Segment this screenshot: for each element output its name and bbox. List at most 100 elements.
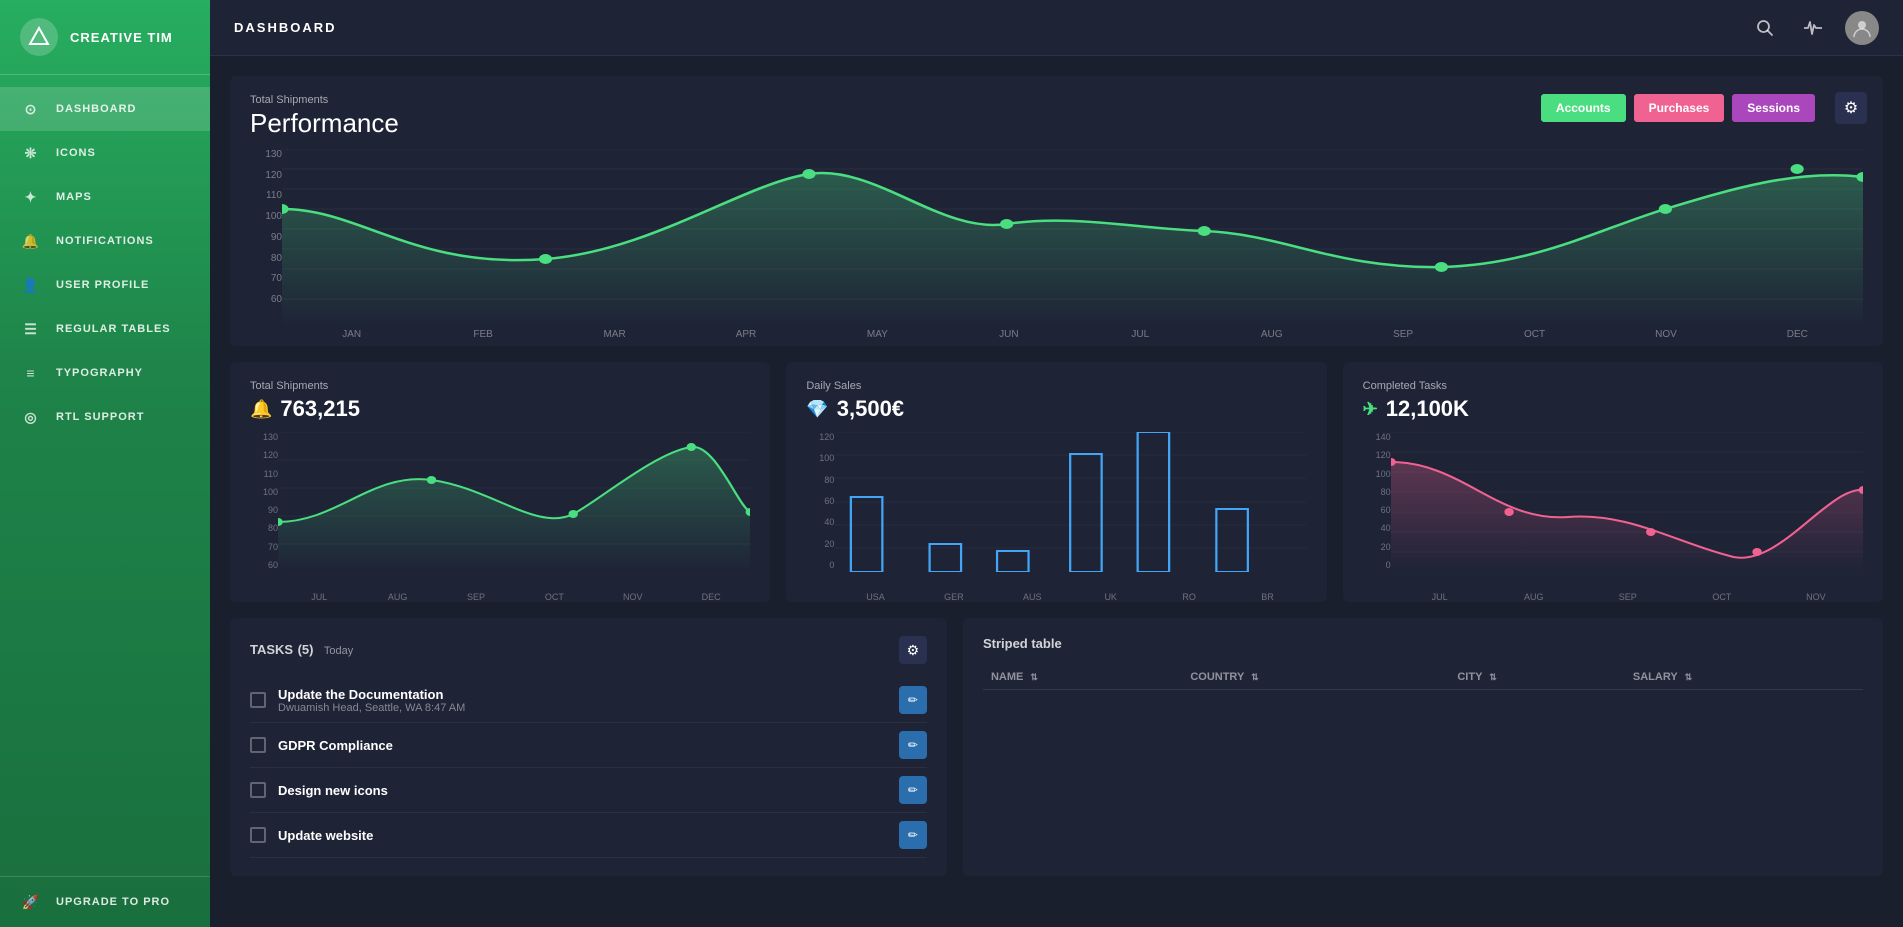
chart-area xyxy=(282,149,1863,329)
task-checkbox-3[interactable] xyxy=(250,782,266,798)
x-label-mar: MAR xyxy=(549,329,680,340)
sidebar-item-maps[interactable]: ✦ MAPS xyxy=(0,175,210,219)
task-content-3: Design new icons xyxy=(278,783,388,798)
task-item-2: GDPR Compliance ✏ xyxy=(250,723,927,768)
task-content-2: GDPR Compliance xyxy=(278,738,393,753)
perf-card-titles: Total Shipments Performance xyxy=(250,94,399,139)
stat-subtitle-3: Completed Tasks xyxy=(1363,380,1863,392)
y-axis-1: 130 120 110 100 90 80 70 60 xyxy=(250,432,278,592)
task-edit-4[interactable]: ✏ xyxy=(899,821,927,849)
logo-icon xyxy=(20,18,58,56)
tab-sessions[interactable]: Sessions xyxy=(1732,94,1815,122)
sidebar-item-label: USER PROFILE xyxy=(56,279,149,291)
sidebar-item-label: ICONS xyxy=(56,147,96,159)
main: DASHBOARD Total Shipments Performance xyxy=(210,0,1903,927)
sidebar-item-regular-tables[interactable]: ☰ REGULAR TABLES xyxy=(0,307,210,351)
col-country[interactable]: COUNTRY ⇅ xyxy=(1182,665,1449,690)
rtl-icon: ◎ xyxy=(20,406,42,428)
sidebar-item-label: DASHBOARD xyxy=(56,103,137,115)
stat-value-3: ✈ 12,100K xyxy=(1363,396,1863,422)
x-label-jan: JAN xyxy=(286,329,417,340)
mini-chart-2 xyxy=(834,432,1306,592)
task-checkbox-4[interactable] xyxy=(250,827,266,843)
sidebar-logo[interactable]: CREATIVE TIM xyxy=(0,0,210,75)
logo-text: CREATIVE TIM xyxy=(70,30,173,45)
upgrade-icon: 🚀 xyxy=(20,891,42,913)
striped-card-header: Striped table xyxy=(983,636,1863,651)
stat-value-2: 💎 3,500€ xyxy=(806,396,1306,422)
sidebar-item-label: REGULAR TABLES xyxy=(56,323,171,335)
x-label-aug: AUG xyxy=(1206,329,1337,340)
y-axis-3: 140 120 100 80 60 40 20 0 xyxy=(1363,432,1391,592)
task-checkbox-2[interactable] xyxy=(250,737,266,753)
avatar[interactable] xyxy=(1845,11,1879,45)
sidebar-item-rtl-support[interactable]: ◎ RTL SUPPORT xyxy=(0,395,210,439)
task-text-1: Update the Documentation xyxy=(278,687,465,702)
task-item-1: Update the Documentation Dwuamish Head, … xyxy=(250,678,927,723)
x-label-feb: FEB xyxy=(417,329,548,340)
stat-card-shipments: Total Shipments 🔔 763,215 130 120 110 10… xyxy=(230,362,770,602)
sidebar-item-icons[interactable]: ❊ ICONS xyxy=(0,131,210,175)
stat-subtitle-1: Total Shipments xyxy=(250,380,750,392)
stat-subtitle-2: Daily Sales xyxy=(806,380,1306,392)
content: Total Shipments Performance Accounts Pur… xyxy=(210,56,1903,927)
mini-chart-3 xyxy=(1391,432,1863,592)
col-name[interactable]: NAME ⇅ xyxy=(983,665,1182,690)
sales-chart: 120 100 80 60 40 20 0 xyxy=(806,432,1306,602)
x-label-jul: JUL xyxy=(1075,329,1206,340)
sort-icon-salary: ⇅ xyxy=(1685,672,1693,682)
perf-title: Performance xyxy=(250,108,399,139)
diamond-icon: 💎 xyxy=(806,399,828,420)
shipments-chart: 130 120 110 100 90 80 70 60 xyxy=(250,432,750,602)
tables-icon: ☰ xyxy=(20,318,42,340)
performance-card: Total Shipments Performance Accounts Pur… xyxy=(230,76,1883,346)
sidebar-item-label: TYPOGRAPHY xyxy=(56,367,143,379)
x-axis-1: JUL AUG SEP OCT NOV DEC xyxy=(250,592,750,602)
tasks-gear-btn[interactable]: ⚙ xyxy=(899,636,927,664)
task-edit-2[interactable]: ✏ xyxy=(899,731,927,759)
typography-icon: ≡ xyxy=(20,362,42,384)
striped-table-title: Striped table xyxy=(983,636,1062,651)
task-edit-3[interactable]: ✏ xyxy=(899,776,927,804)
perf-card-header: Total Shipments Performance Accounts Pur… xyxy=(250,94,1863,139)
col-salary[interactable]: SALARY ⇅ xyxy=(1625,665,1863,690)
stats-row: Total Shipments 🔔 763,215 130 120 110 10… xyxy=(230,362,1883,602)
task-sub-1: Dwuamish Head, Seattle, WA 8:47 AM xyxy=(278,702,465,714)
perf-settings-btn[interactable]: ⚙ xyxy=(1835,92,1867,124)
topbar: DASHBOARD xyxy=(210,0,1903,56)
task-content-4: Update website xyxy=(278,828,373,843)
maps-icon: ✦ xyxy=(20,186,42,208)
notifications-icon: 🔔 xyxy=(20,230,42,252)
task-text-3: Design new icons xyxy=(278,783,388,798)
col-city[interactable]: CITY ⇅ xyxy=(1449,665,1625,690)
topbar-actions xyxy=(1749,11,1879,45)
perf-tabs-container: Accounts Purchases Sessions xyxy=(1541,94,1863,122)
x-label-sep: SEP xyxy=(1337,329,1468,340)
search-icon[interactable] xyxy=(1749,12,1781,44)
x-axis-3: JUL AUG SEP OCT NOV xyxy=(1363,592,1863,602)
mini-chart-1 xyxy=(278,432,750,592)
task-edit-1[interactable]: ✏ xyxy=(899,686,927,714)
tab-purchases[interactable]: Purchases xyxy=(1634,94,1725,122)
bell-icon: 🔔 xyxy=(250,399,272,420)
perf-subtitle: Total Shipments xyxy=(250,94,399,106)
sidebar-item-label: RTL SUPPORT xyxy=(56,411,144,423)
sidebar-upgrade[interactable]: 🚀 UPGRADE TO PRO xyxy=(0,876,210,927)
tasks-chart: 140 120 100 80 60 40 20 0 xyxy=(1363,432,1863,602)
striped-table: NAME ⇅ COUNTRY ⇅ CITY ⇅ SALARY ⇅ xyxy=(983,665,1863,690)
pulse-icon[interactable] xyxy=(1797,12,1829,44)
tasks-card-header: TASKS (5) Today ⚙ xyxy=(250,636,927,664)
sidebar-item-typography[interactable]: ≡ TYPOGRAPHY xyxy=(0,351,210,395)
user-profile-icon: 👤 xyxy=(20,274,42,296)
sidebar-item-notifications[interactable]: 🔔 NOTIFICATIONS xyxy=(0,219,210,263)
sidebar-item-label: MAPS xyxy=(56,191,92,203)
task-text-4: Update website xyxy=(278,828,373,843)
sidebar-item-user-profile[interactable]: 👤 USER PROFILE xyxy=(0,263,210,307)
task-item-3: Design new icons ✏ xyxy=(250,768,927,813)
sidebar-item-dashboard[interactable]: ⊙ DASHBOARD xyxy=(0,87,210,131)
task-checkbox-1[interactable] xyxy=(250,692,266,708)
topbar-title: DASHBOARD xyxy=(234,20,337,35)
tab-accounts[interactable]: Accounts xyxy=(1541,94,1626,122)
striped-table-card: Striped table NAME ⇅ COUNTRY ⇅ CITY ⇅ SA… xyxy=(963,618,1883,876)
y-axis: 130 120 110 100 90 80 70 60 xyxy=(250,149,282,329)
